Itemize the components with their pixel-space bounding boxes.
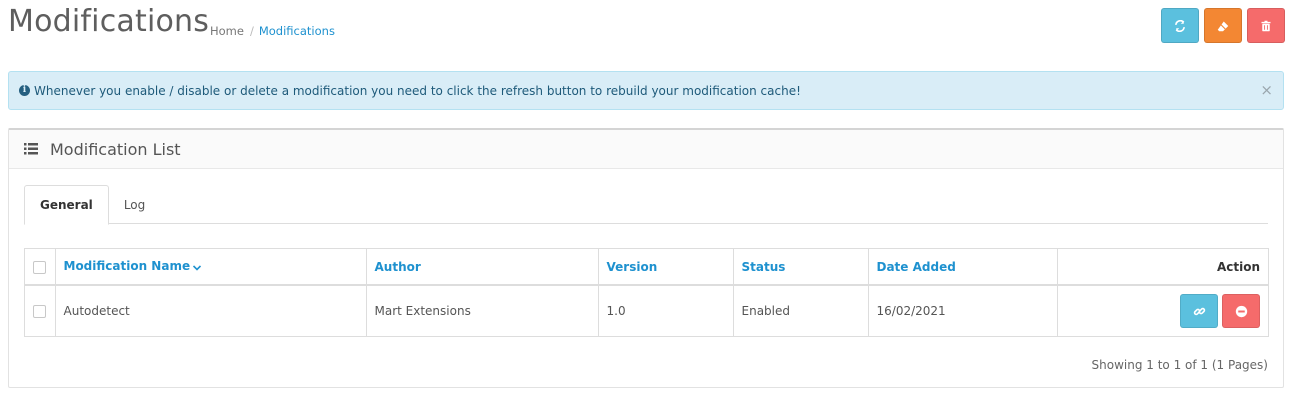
select-all-checkbox[interactable] xyxy=(33,260,46,274)
column-header-status[interactable]: Status xyxy=(733,249,869,285)
caret-down-icon xyxy=(193,260,202,274)
tab-log[interactable]: Log xyxy=(109,185,160,224)
breadcrumb-modifications-link[interactable]: Modifications xyxy=(259,24,335,38)
table-header-row: Modification Name Author Version Status … xyxy=(25,249,1268,285)
list-icon xyxy=(24,143,38,155)
breadcrumb: Home / Modifications xyxy=(210,24,335,38)
breadcrumb-separator: / xyxy=(249,24,254,38)
cell-author: Mart Extensions xyxy=(366,285,599,336)
close-icon[interactable]: × xyxy=(1260,83,1273,98)
cell-name: Autodetect xyxy=(55,285,367,336)
trash-icon xyxy=(1261,20,1271,31)
row-select-cell xyxy=(25,285,56,336)
modification-table: Modification Name Author Version Status … xyxy=(24,248,1269,337)
header-buttons xyxy=(1161,8,1285,43)
disable-button[interactable] xyxy=(1222,294,1260,328)
alert-text: Whenever you enable / disable or delete … xyxy=(34,83,801,98)
table-row: Autodetect Mart Extensions 1.0 Enabled 1… xyxy=(25,285,1268,336)
row-checkbox[interactable] xyxy=(33,305,46,318)
modification-list-panel: Modification List General Log Modificati… xyxy=(8,128,1284,388)
cell-version: 1.0 xyxy=(598,285,734,336)
tab-general[interactable]: General xyxy=(24,185,109,225)
breadcrumb-home-link[interactable]: Home xyxy=(210,24,244,38)
pagination-text: Showing 1 to 1 of 1 (1 Pages) xyxy=(1091,358,1268,372)
refresh-icon xyxy=(1175,19,1185,32)
column-header-date-added[interactable]: Date Added xyxy=(868,249,1058,285)
select-all-cell xyxy=(25,249,56,285)
column-header-name[interactable]: Modification Name xyxy=(55,249,367,285)
panel-heading: Modification List xyxy=(9,130,1283,169)
link-button[interactable] xyxy=(1180,294,1218,328)
cell-status: Enabled xyxy=(733,285,869,336)
column-header-author[interactable]: Author xyxy=(366,249,599,285)
tabs: General Log xyxy=(24,185,1268,225)
clear-button[interactable] xyxy=(1204,8,1242,43)
info-alert: i Whenever you enable / disable or delet… xyxy=(8,71,1284,110)
link-icon xyxy=(1193,307,1205,315)
panel-title: Modification List xyxy=(50,139,181,159)
delete-button[interactable] xyxy=(1247,8,1285,43)
cell-date-added: 16/02/2021 xyxy=(868,285,1058,336)
page-header: Modifications Home / Modifications xyxy=(0,0,1293,60)
minus-circle-icon xyxy=(1235,305,1247,317)
column-header-name-label: Modification Name xyxy=(63,259,191,274)
column-header-action: Action xyxy=(1216,259,1260,274)
cell-actions xyxy=(1057,285,1268,336)
info-circle-icon: i xyxy=(19,85,30,96)
eraser-icon xyxy=(1217,21,1229,31)
column-header-version[interactable]: Version xyxy=(598,249,734,285)
refresh-button[interactable] xyxy=(1161,8,1199,43)
page-title: Modifications xyxy=(8,4,210,39)
